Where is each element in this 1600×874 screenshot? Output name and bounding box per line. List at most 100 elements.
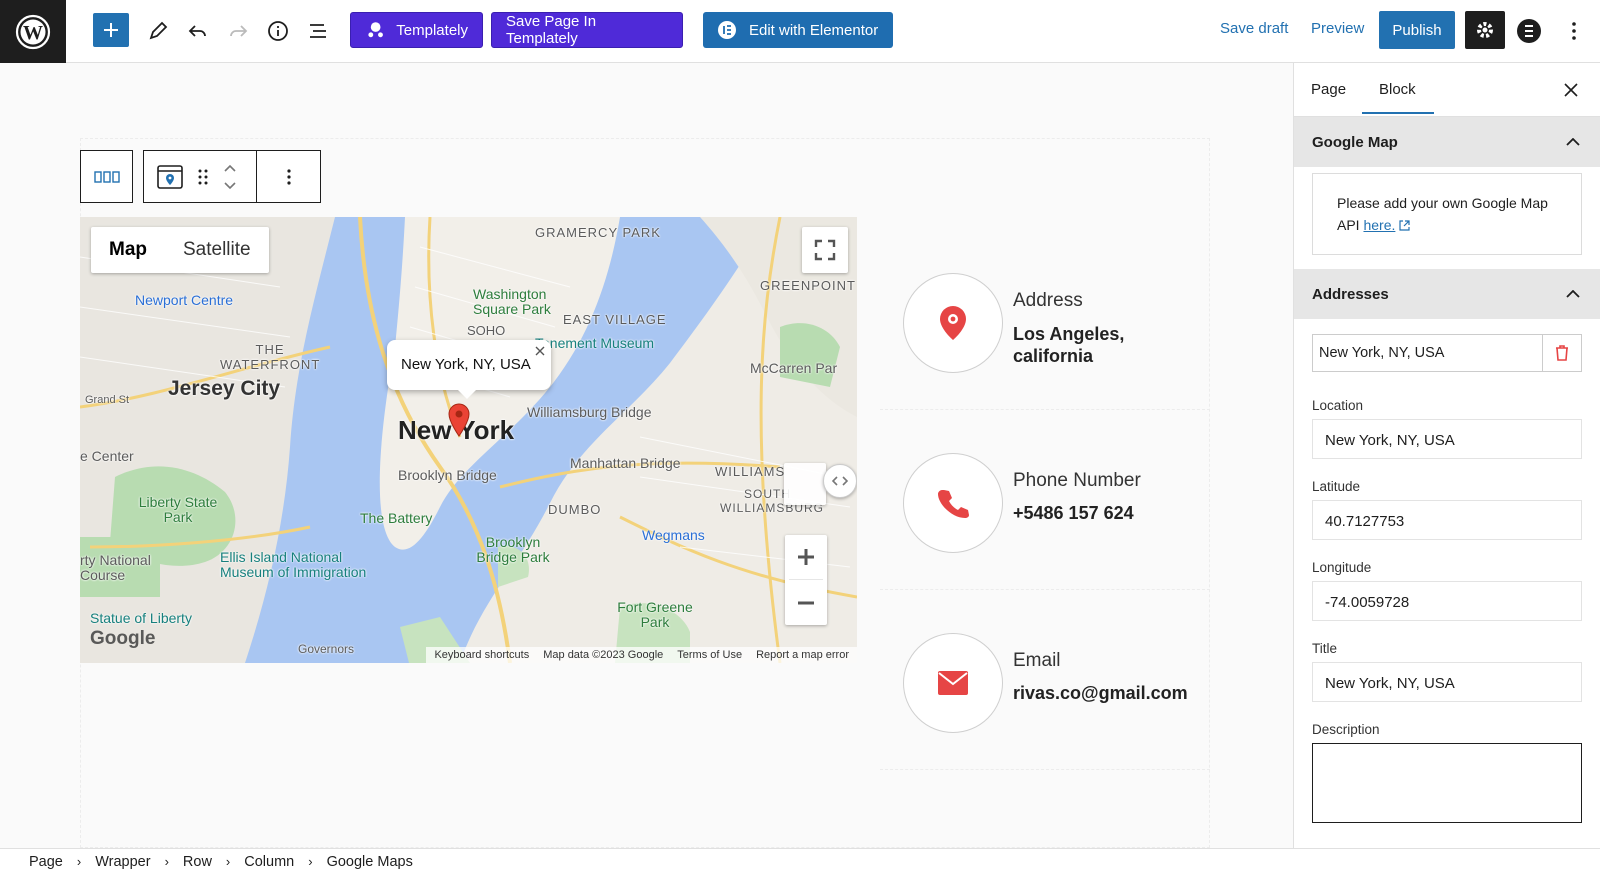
longitude-input[interactable]: -74.0059728 <box>1312 581 1582 621</box>
close-icon[interactable] <box>1564 83 1578 97</box>
latitude-input[interactable]: 40.7127753 <box>1312 500 1582 540</box>
breadcrumb-item-wrapper[interactable]: Wrapper <box>95 854 150 870</box>
zoom-control <box>785 535 827 625</box>
description-textarea[interactable] <box>1312 743 1582 823</box>
more-vertical-icon[interactable] <box>277 167 301 187</box>
google-map[interactable]: Google GRAMERCY PARK GREENPOINT Newport … <box>80 217 857 663</box>
addresses-panel-toggle[interactable]: Addresses <box>1294 269 1600 319</box>
breadcrumb-item-column[interactable]: Column <box>244 854 294 870</box>
save-page-templately-button[interactable]: Save Page In Templately <box>491 12 683 48</box>
move-up-down-icon[interactable] <box>222 162 238 192</box>
gear-icon <box>1477 22 1493 38</box>
publish-button[interactable]: Publish <box>1379 11 1455 49</box>
options-button[interactable] <box>1556 13 1592 49</box>
address-icon-circle <box>903 273 1003 373</box>
plus-icon <box>798 549 814 565</box>
resize-handle-button[interactable] <box>823 464 857 498</box>
envelope-icon <box>938 671 968 695</box>
settings-sidebar: Page Block Google Map Please add your ow… <box>1293 63 1600 848</box>
edit-tool-button[interactable] <box>140 13 176 49</box>
phone-icon-circle <box>903 453 1003 553</box>
addresses-panel-title: Addresses <box>1312 285 1389 303</box>
map-label: Statue of Liberty <box>90 610 192 626</box>
breadcrumb-item-row[interactable]: Row <box>183 854 212 870</box>
essential-blocks-button[interactable] <box>1511 13 1547 49</box>
terms-of-use-link[interactable]: Terms of Use <box>677 649 742 661</box>
map-label: DUMBO <box>548 502 602 517</box>
details-button[interactable] <box>260 13 296 49</box>
map-type-control: Map Satellite <box>91 227 269 273</box>
drag-handle-icon[interactable] <box>198 168 208 186</box>
map-label: Washington Square Park <box>473 286 551 317</box>
close-icon[interactable] <box>535 346 545 356</box>
map-marker-icon[interactable] <box>447 403 471 439</box>
edit-with-elementor-button[interactable]: Edit with Elementor <box>703 12 893 48</box>
map-type-satellite-button[interactable]: Satellite <box>165 227 269 273</box>
delete-address-button[interactable] <box>1543 335 1581 371</box>
api-key-link[interactable]: here. <box>1363 217 1395 233</box>
list-view-icon <box>310 24 326 38</box>
list-view-button[interactable] <box>300 13 336 49</box>
info-window-text: New York, NY, USA <box>401 356 531 373</box>
map-label: rty National Course <box>80 552 151 583</box>
map-label: Governors <box>298 642 355 656</box>
phone-label: Phone Number <box>1013 470 1141 491</box>
map-label: Manhattan Bridge <box>570 455 681 471</box>
keyboard-shortcuts-link[interactable]: Keyboard shortcuts <box>434 649 529 661</box>
map-label: McCarren Par <box>750 360 838 376</box>
map-type-map-button[interactable]: Map <box>91 227 165 273</box>
more-vertical-icon <box>1572 22 1576 40</box>
map-label: Brooklyn Bridge Park <box>476 534 550 565</box>
map-label: Williamsburg Bridge <box>527 404 652 420</box>
breadcrumb-item-page[interactable]: Page <box>29 854 63 870</box>
zoom-in-button[interactable] <box>789 535 823 580</box>
location-pin-icon <box>940 306 966 340</box>
templately-button[interactable]: Templately <box>350 12 483 48</box>
sidebar-tabs: Page Block <box>1294 63 1600 117</box>
map-label: Jersey City <box>168 377 281 400</box>
map-label: The Battery <box>360 510 433 526</box>
trash-icon <box>1556 345 1568 361</box>
report-map-error-link[interactable]: Report a map error <box>756 649 849 661</box>
redo-button[interactable] <box>220 13 256 49</box>
save-page-templately-label: Save Page In Templately <box>506 13 597 47</box>
tab-page[interactable]: Page <box>1311 81 1346 98</box>
breadcrumb-separator-icon: › <box>76 854 82 869</box>
map-label: Liberty State Park <box>138 494 218 525</box>
plus-icon <box>104 23 118 37</box>
pencil-icon <box>149 21 168 40</box>
breadcrumb-item-google-maps[interactable]: Google Maps <box>327 854 413 870</box>
add-block-button[interactable] <box>93 13 129 47</box>
undo-button[interactable] <box>180 13 216 49</box>
fullscreen-button[interactable] <box>802 227 848 273</box>
block-breadcrumb: Page › Wrapper › Row › Column › Google M… <box>0 848 1600 874</box>
block-toolbar <box>80 150 321 203</box>
contact-item-phone: Phone Number +5486 157 624 <box>880 430 1210 590</box>
location-input[interactable]: New York, NY, USA <box>1312 419 1582 459</box>
title-label: Title <box>1312 641 1338 656</box>
map-label: GRAMERCY PARK <box>535 225 661 240</box>
tab-block[interactable]: Block <box>1362 81 1434 114</box>
wordpress-logo-button[interactable]: W <box>0 0 66 63</box>
google-map-panel-toggle[interactable]: Google Map <box>1294 117 1600 167</box>
map-label: Brooklyn Bridge <box>398 467 497 483</box>
email-label: Email <box>1013 650 1061 671</box>
zoom-out-button[interactable] <box>796 580 816 625</box>
google-logo: Google <box>90 628 155 649</box>
wordpress-icon: W <box>15 14 51 49</box>
parent-block-button[interactable] <box>80 150 133 203</box>
address-item: New York, NY, USA <box>1312 334 1582 372</box>
map-info-window: New York, NY, USA <box>387 340 551 399</box>
street-view-area[interactable] <box>784 463 826 505</box>
save-draft-button[interactable]: Save draft <box>1220 20 1288 37</box>
minus-icon <box>798 601 814 604</box>
title-input[interactable]: New York, NY, USA <box>1312 662 1582 702</box>
map-data-text: Map data ©2023 Google <box>543 649 664 661</box>
chevron-up-icon <box>1566 290 1580 298</box>
preview-button[interactable]: Preview <box>1311 20 1364 37</box>
fullscreen-icon <box>814 239 836 261</box>
address-item-title[interactable]: New York, NY, USA <box>1313 335 1543 371</box>
google-map-block-icon[interactable] <box>156 163 184 191</box>
settings-button[interactable] <box>1465 11 1505 49</box>
map-label: Ellis Island National Museum of Immigrat… <box>220 549 367 580</box>
